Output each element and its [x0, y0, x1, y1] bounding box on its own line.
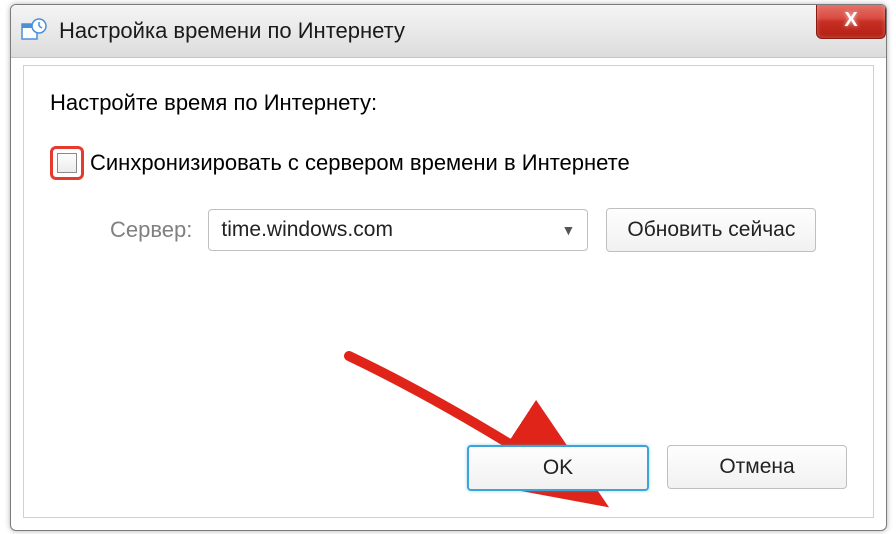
titlebar[interactable]: Настройка времени по Интернету X: [11, 5, 886, 58]
update-now-button[interactable]: Обновить сейчас: [606, 208, 816, 252]
server-value: time.windows.com: [221, 218, 393, 242]
ok-label: OK: [543, 456, 573, 480]
ok-button[interactable]: OK: [467, 445, 649, 491]
cancel-label: Отмена: [719, 455, 794, 479]
datetime-icon: [21, 18, 47, 44]
window-title: Настройка времени по Интернету: [59, 18, 405, 44]
chevron-down-icon: ▼: [562, 222, 576, 238]
close-icon: X: [844, 9, 857, 32]
cancel-button[interactable]: Отмена: [667, 445, 847, 489]
close-button[interactable]: X: [816, 4, 886, 39]
update-now-label: Обновить сейчас: [627, 218, 795, 242]
checkbox-highlight-annotation: [50, 146, 84, 180]
button-row: OK Отмена: [467, 445, 847, 491]
dialog-body: Настройте время по Интернету: Синхронизи…: [23, 65, 874, 518]
server-combobox[interactable]: time.windows.com ▼: [208, 209, 588, 251]
sync-row: Синхронизировать с сервером времени в Ин…: [50, 146, 847, 180]
server-row: Сервер: time.windows.com ▼ Обновить сейч…: [110, 208, 847, 252]
dialog-window: Настройка времени по Интернету X Настрой…: [10, 4, 887, 531]
instruction-text: Настройте время по Интернету:: [50, 90, 847, 116]
sync-label: Синхронизировать с сервером времени в Ин…: [90, 150, 630, 176]
server-label: Сервер:: [110, 217, 192, 243]
sync-checkbox[interactable]: [57, 153, 77, 173]
